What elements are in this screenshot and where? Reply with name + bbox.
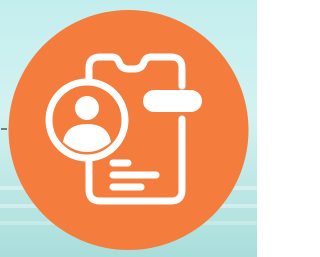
mobile-profile-icon bbox=[8, 10, 249, 250]
message-pill-icon bbox=[143, 90, 202, 112]
orange-circle-badge bbox=[8, 10, 249, 250]
avatar-icon bbox=[45, 78, 129, 162]
